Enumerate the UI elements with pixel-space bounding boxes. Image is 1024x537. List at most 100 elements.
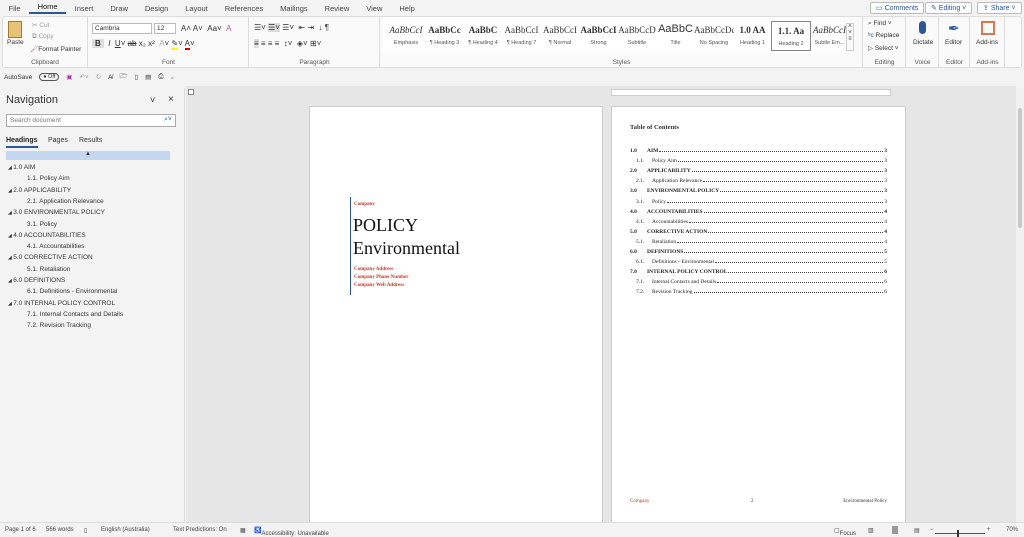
nav-heading-item[interactable]: ◢ 3.0 ENVIRONMENTAL POLICY: [8, 209, 105, 216]
style-heading-7[interactable]: AaBbCcI ¶ Heading 7: [502, 21, 542, 51]
search-input[interactable]: Search document ⌕˅: [6, 114, 176, 127]
vertical-scrollbar[interactable]: [1016, 88, 1024, 522]
print-layout-icon[interactable]: [892, 526, 898, 534]
style-heading-2[interactable]: 1.1. Aa Heading 2: [771, 21, 811, 51]
dictate-button[interactable]: Dictate: [913, 39, 933, 46]
tab-help[interactable]: Help: [391, 4, 423, 13]
cut-button[interactable]: ✂ Cut: [32, 21, 49, 29]
style-normal[interactable]: AaBbCcI ¶ Normal: [540, 21, 580, 51]
replace-button[interactable]: ᵇc Replace: [868, 32, 899, 39]
editor-button[interactable]: Editor: [945, 39, 962, 46]
read-mode-icon[interactable]: ▥: [868, 527, 874, 534]
toc-entry[interactable]: 6.0 DEFINITIONS 5: [630, 249, 887, 255]
nav-heading-item[interactable]: 7.2. Revision Tracking: [27, 322, 91, 329]
close-icon[interactable]: ×: [168, 94, 174, 105]
tab-headings[interactable]: Headings: [6, 137, 38, 148]
tab-insert[interactable]: Insert: [66, 4, 102, 13]
font-name-select[interactable]: Cambria: [92, 23, 152, 34]
nav-heading-item[interactable]: ◢ 1.0 AIM: [8, 164, 35, 171]
tab-design[interactable]: Design: [136, 4, 176, 13]
nav-heading-item[interactable]: 4.1. Accountabilities: [27, 243, 84, 250]
style-subtle-em[interactable]: AaBbCcI Subtle Em...: [810, 21, 850, 51]
zoom-level[interactable]: 70%: [1006, 527, 1018, 533]
nav-heading-item[interactable]: 5.1. Retaliation: [27, 266, 70, 273]
web-layout-icon[interactable]: ▤: [914, 527, 920, 534]
collapse-all-bar[interactable]: ▲: [6, 151, 170, 160]
comments-button[interactable]: ▭ Comments: [870, 2, 925, 14]
redo-icon[interactable]: ↻: [96, 73, 101, 81]
style-heading-4[interactable]: AaBbC ¶ Heading 4: [463, 21, 503, 51]
editing-mode-button[interactable]: ✎ Editing ˅: [925, 2, 973, 14]
toc-entry[interactable]: 7.0 INTERNAL POLICY CONTROL 6: [630, 269, 887, 275]
nav-heading-item[interactable]: 3.1. Policy: [27, 221, 57, 228]
print-icon[interactable]: ⎙: [158, 73, 163, 81]
toc-entry[interactable]: 1.0 AIM 3: [630, 148, 887, 154]
undo-icon[interactable]: ↶˅: [79, 73, 88, 81]
word-count[interactable]: 566 words: [46, 527, 74, 533]
new-document-icon[interactable]: ▯: [135, 73, 139, 81]
scroll-thumb[interactable]: [1018, 108, 1022, 228]
font-size-select[interactable]: 12: [154, 23, 176, 34]
chevron-down-icon[interactable]: ˅: [150, 95, 155, 105]
nav-heading-item[interactable]: ◢ 6.0 DEFINITIONS: [8, 277, 65, 284]
paste-button[interactable]: Paste: [7, 39, 24, 46]
tab-view[interactable]: View: [358, 4, 391, 13]
nav-heading-item[interactable]: ◢ 2.0 APPLICABILITY: [8, 187, 71, 194]
focus-button[interactable]: ▢ Focus: [834, 527, 856, 537]
toc-entry[interactable]: 2.1. Application Relevance 3: [630, 178, 887, 184]
spelling-icon[interactable]: A̸: [108, 74, 112, 81]
cover-page[interactable]: Company POLICY Environmental Company Add…: [309, 106, 603, 526]
font-size-buttons[interactable]: A˄ A˅ Aa˅ A: [181, 24, 232, 33]
format-painter-button[interactable]: 🖌Format Painter: [30, 45, 81, 53]
nav-heading-item[interactable]: ◢ 5.0 CORRECTIVE ACTION: [8, 254, 93, 261]
print-preview-icon[interactable]: ▤: [145, 73, 151, 81]
search-icon[interactable]: ⌕˅: [164, 116, 172, 124]
style-no-spacing[interactable]: AaBbCcDc No Spacing: [694, 21, 734, 51]
list-buttons[interactable]: ☰˅ ☰˅ ☰˅ ⇤ ⇥ ↓ ¶: [254, 23, 329, 32]
select-button[interactable]: ▷ Select ˅: [868, 44, 899, 52]
tab-references[interactable]: References: [216, 4, 271, 13]
nav-heading-item[interactable]: ◢ 7.0 INTERNAL POLICY CONTROL: [8, 300, 115, 307]
toc-entry[interactable]: 5.1. Retaliation 4: [630, 239, 887, 245]
proofing-icon[interactable]: ▯: [84, 527, 87, 534]
tab-file[interactable]: File: [0, 4, 29, 13]
tab-layout[interactable]: Layout: [177, 4, 217, 13]
tab-review[interactable]: Review: [316, 4, 358, 13]
style-strong[interactable]: AaBbCcI Strong: [579, 21, 619, 51]
style-emphasis[interactable]: AaBbCcI Emphasis: [386, 21, 426, 51]
font-format-buttons[interactable]: B I U˅ ab x₂ x² A˅ ✎˅ A˅: [92, 39, 195, 50]
toc-entry[interactable]: 3.0 ENVIRONMENTAL POLICY 3: [630, 188, 887, 194]
save-icon[interactable]: ▣: [66, 73, 72, 81]
alignment-buttons[interactable]: ≡ ≡ ≡ ≡ ↕˅ ◈˅ ⊞˅: [254, 39, 321, 48]
tab-pages[interactable]: Pages: [48, 137, 68, 144]
toc-entry[interactable]: 7.1. Internal Contacts and Details 6: [630, 279, 887, 285]
nav-heading-item[interactable]: 7.1. Internal Contacts and Details: [27, 311, 123, 318]
zoom-slider[interactable]: − +: [930, 527, 990, 537]
toc-entry[interactable]: 4.1. Accountabilities 4: [630, 219, 887, 225]
macro-icon[interactable]: ▦: [240, 527, 246, 534]
toc-entry[interactable]: 3.1. Policy 3: [630, 199, 887, 205]
style-heading-3[interactable]: AaBbCc ¶ Heading 3: [425, 21, 465, 51]
page-count[interactable]: Page 1 of 6: [5, 527, 36, 533]
toc-entry[interactable]: 5.0 CORRECTIVE ACTION 4: [630, 229, 887, 235]
text-predictions[interactable]: Text Predictions: On: [173, 527, 227, 533]
addins-button[interactable]: Add-ins: [976, 39, 998, 46]
toc-entry[interactable]: 2.0 APPLICABILITY 3: [630, 168, 887, 174]
tab-selector[interactable]: [188, 89, 194, 95]
nav-heading-item[interactable]: 2.1. Application Relevance: [27, 198, 104, 205]
nav-heading-item[interactable]: ◢ 4.0 ACCOUNTABILITIES: [8, 232, 86, 239]
tab-draw[interactable]: Draw: [102, 4, 137, 13]
accessibility-status[interactable]: ♿ Accessibility: Unavailable: [254, 527, 329, 537]
find-button[interactable]: ⌕ Find ˅: [868, 20, 892, 28]
tab-results[interactable]: Results: [79, 137, 102, 144]
open-icon[interactable]: 🗁: [120, 72, 128, 83]
toc-entry[interactable]: 6.1. Definitions - Environmental 5: [630, 259, 887, 265]
customize-toolbar-icon[interactable]: ₌: [171, 73, 174, 81]
autosave-toggle[interactable]: ● Off: [39, 73, 60, 81]
horizontal-ruler[interactable]: [611, 89, 891, 96]
toc-entry[interactable]: 7.2. Revision Tracking 6: [630, 289, 887, 295]
tab-mailings[interactable]: Mailings: [272, 4, 317, 13]
style-heading-1[interactable]: 1.0 AA Heading 1: [733, 21, 773, 51]
toc-entry[interactable]: 4.0 ACCOUNTABILITIES 4: [630, 209, 887, 215]
share-button[interactable]: ⇪ Share ˅: [977, 2, 1022, 14]
